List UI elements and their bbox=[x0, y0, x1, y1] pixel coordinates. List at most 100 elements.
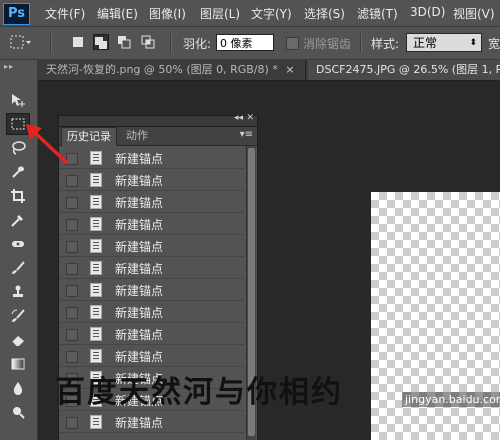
add-to-selection-icon[interactable] bbox=[93, 34, 109, 50]
red-arrow-annotation bbox=[26, 124, 68, 164]
history-item[interactable]: 新建锚点 bbox=[59, 169, 245, 191]
document-tab-title: 天然河-恢复的.png @ 50% (图层 0, RGB/8) * bbox=[46, 63, 278, 76]
history-item-label: 新建锚点 bbox=[115, 262, 164, 276]
photoshop-logo: Ps bbox=[3, 3, 30, 25]
path-document-icon bbox=[90, 349, 102, 363]
snapshot-checkbox[interactable] bbox=[66, 351, 78, 363]
menu-edit[interactable]: 编辑(E) bbox=[97, 5, 138, 22]
menu-image[interactable]: 图像(I) bbox=[149, 5, 186, 22]
brush-tool-icon[interactable] bbox=[6, 257, 30, 279]
history-item[interactable]: 新建锚点 bbox=[59, 213, 245, 235]
chevron-updown-icon: ⬍ bbox=[469, 38, 477, 48]
history-item-label: 新建锚点 bbox=[115, 416, 164, 430]
history-item[interactable]: 新建锚点 bbox=[59, 301, 245, 323]
new-selection-icon[interactable] bbox=[70, 34, 86, 50]
history-item-label: 新建锚点 bbox=[115, 328, 164, 342]
path-document-icon bbox=[90, 239, 102, 253]
history-item-label: 新建锚点 bbox=[115, 152, 164, 166]
path-document-icon bbox=[90, 283, 102, 297]
history-item-label: 新建锚点 bbox=[115, 240, 164, 254]
tools-panel: ▸▸ bbox=[0, 60, 38, 440]
intersect-selection-icon[interactable] bbox=[140, 34, 156, 50]
document-tab[interactable]: 天然河-恢复的.png @ 50% (图层 0, RGB/8) * × bbox=[38, 60, 306, 80]
options-separator bbox=[50, 33, 52, 53]
options-bar: 羽化: 0 像素 消除锯齿 样式: 正常 ⬍ 宽 bbox=[0, 27, 500, 60]
panel-grip-icon[interactable]: ▸▸ bbox=[4, 62, 14, 71]
panel-header[interactable]: ◂◂ ✕ bbox=[58, 113, 258, 127]
menu-file[interactable]: 文件(F) bbox=[45, 5, 85, 22]
snapshot-checkbox[interactable] bbox=[66, 197, 78, 209]
history-item-label: 新建锚点 bbox=[115, 350, 164, 364]
snapshot-checkbox[interactable] bbox=[66, 329, 78, 341]
close-icon[interactable]: ✕ bbox=[246, 113, 254, 123]
history-item-label: 新建锚点 bbox=[115, 218, 164, 232]
history-item[interactable]: 新建锚点 bbox=[59, 235, 245, 257]
close-icon[interactable]: × bbox=[285, 63, 294, 76]
document-tab-bar: 天然河-恢复的.png @ 50% (图层 0, RGB/8) * × DSCF… bbox=[38, 60, 500, 81]
history-item-label: 新建锚点 bbox=[115, 284, 164, 298]
antialias-checkbox[interactable] bbox=[286, 37, 299, 50]
snapshot-checkbox[interactable] bbox=[66, 307, 78, 319]
snapshot-checkbox[interactable] bbox=[66, 175, 78, 187]
snapshot-checkbox[interactable] bbox=[66, 285, 78, 297]
blur-tool-icon[interactable] bbox=[6, 377, 30, 399]
path-document-icon bbox=[90, 151, 102, 165]
history-brush-tool-icon[interactable] bbox=[6, 305, 30, 327]
watermark-text: 百度天然河与你相约 bbox=[55, 375, 343, 410]
subtract-from-selection-icon[interactable] bbox=[116, 34, 132, 50]
style-select[interactable]: 正常 ⬍ bbox=[406, 33, 482, 52]
move-tool-icon[interactable] bbox=[6, 89, 30, 111]
history-item[interactable]: 新建锚点 bbox=[59, 191, 245, 213]
panel-tab-bar: 历史记录 动作 ▾≡ bbox=[59, 127, 257, 146]
history-item[interactable]: 新建锚点 bbox=[59, 345, 245, 367]
clone-stamp-tool-icon[interactable] bbox=[6, 281, 30, 303]
snapshot-checkbox[interactable] bbox=[66, 263, 78, 275]
feather-label: 羽化: bbox=[183, 37, 212, 51]
eraser-tool-icon[interactable] bbox=[6, 329, 30, 351]
history-item[interactable]: 新建锚点 bbox=[59, 147, 245, 169]
history-item[interactable]: 新建锚点 bbox=[59, 323, 245, 345]
baidu-jingyan-watermark: jingyan.baidu.com bbox=[402, 392, 500, 407]
eyedropper-tool-icon[interactable] bbox=[6, 209, 30, 231]
path-document-icon bbox=[90, 261, 102, 275]
menu-filter[interactable]: 滤镜(T) bbox=[357, 5, 398, 22]
width-label: 宽 bbox=[488, 37, 500, 51]
healing-brush-tool-icon[interactable] bbox=[6, 233, 30, 255]
history-item[interactable]: 新建锚点 bbox=[59, 279, 245, 301]
path-document-icon bbox=[90, 415, 102, 429]
history-item-label: 新建锚点 bbox=[115, 196, 164, 210]
options-separator bbox=[170, 33, 172, 53]
feather-input[interactable]: 0 像素 bbox=[216, 34, 274, 51]
style-select-value: 正常 bbox=[413, 36, 438, 50]
document-tab-active[interactable]: DSCF2475.JPG @ 26.5% (图层 1, RGB bbox=[308, 60, 500, 80]
path-document-icon bbox=[90, 195, 102, 209]
menu-3d[interactable]: 3D(D) bbox=[410, 5, 445, 19]
menu-layer[interactable]: 图层(L) bbox=[200, 5, 240, 22]
menu-type[interactable]: 文字(Y) bbox=[251, 5, 292, 22]
dodge-tool-icon[interactable] bbox=[6, 401, 30, 423]
gradient-tool-icon[interactable] bbox=[6, 353, 30, 375]
panel-menu-icon[interactable]: ▾≡ bbox=[240, 129, 253, 140]
menu-select[interactable]: 选择(S) bbox=[304, 5, 345, 22]
options-separator bbox=[360, 33, 362, 53]
snapshot-checkbox[interactable] bbox=[66, 417, 78, 429]
menu-view[interactable]: 视图(V) bbox=[453, 5, 495, 22]
antialias-label: 消除锯齿 bbox=[303, 37, 352, 51]
snapshot-checkbox[interactable] bbox=[66, 219, 78, 231]
path-document-icon bbox=[90, 305, 102, 319]
snapshot-checkbox[interactable] bbox=[66, 241, 78, 253]
history-item-label: 新建锚点 bbox=[115, 306, 164, 320]
path-document-icon bbox=[90, 327, 102, 341]
history-item[interactable]: 新建锚点 bbox=[59, 411, 245, 433]
tab-actions[interactable]: 动作 bbox=[121, 127, 153, 145]
collapse-icon[interactable]: ◂◂ bbox=[234, 113, 243, 123]
path-document-icon bbox=[90, 173, 102, 187]
history-item[interactable]: 新建锚点 bbox=[59, 257, 245, 279]
history-item-label: 新建锚点 bbox=[115, 174, 164, 188]
marquee-preset-icon[interactable] bbox=[10, 34, 31, 50]
menu-bar: Ps 文件(F) 编辑(E) 图像(I) 图层(L) 文字(Y) 选择(S) 滤… bbox=[0, 0, 500, 27]
style-label: 样式: bbox=[371, 37, 400, 51]
crop-tool-icon[interactable] bbox=[6, 185, 30, 207]
path-document-icon bbox=[90, 217, 102, 231]
document-tab-title: DSCF2475.JPG @ 26.5% (图层 1, RGB bbox=[316, 63, 500, 76]
